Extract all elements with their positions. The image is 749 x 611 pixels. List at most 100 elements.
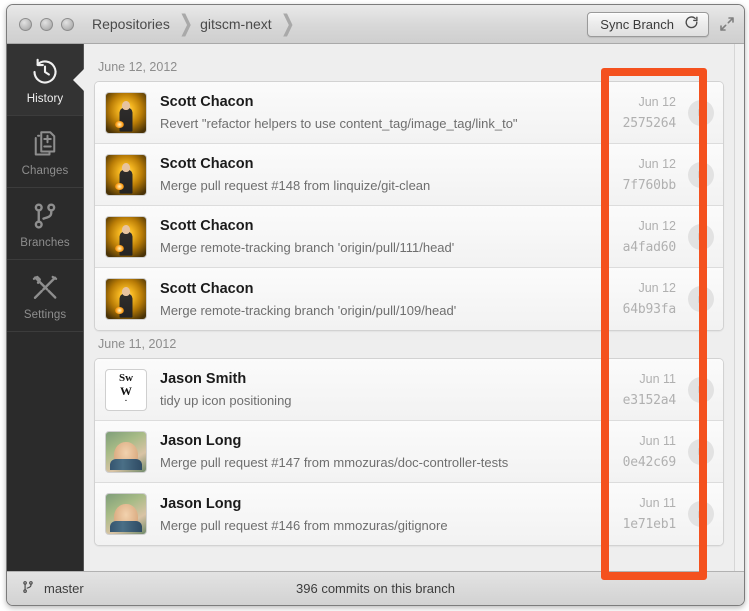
commit-detail-button[interactable] [688,161,714,188]
commit-detail-button[interactable] [688,376,714,403]
title-bar-actions: Sync Branch [587,11,735,37]
commit-meta: Jun 11 1e71eb1 [580,496,680,532]
close-window-button[interactable] [19,17,32,31]
sidebar-item-label: Settings [23,308,67,321]
sidebar-item-label: History [26,92,64,105]
table-row[interactable]: Jason Long Merge pull request #147 from … [95,421,723,483]
commit-author: Scott Chacon [160,94,254,110]
commit-text: Scott Chacon Merge remote-tracking branc… [160,218,580,255]
commit-detail-button[interactable] [688,501,714,527]
commit-detail-button[interactable] [688,438,714,465]
branch-fork-icon [30,199,60,233]
sidebar-filler [7,332,83,571]
commit-text: Jason Long Merge pull request #146 from … [160,496,580,533]
breadcrumb-item-repositories[interactable]: Repositories [92,16,170,32]
commit-meta: Jun 12 a4fad60 [580,219,680,255]
minimize-window-button[interactable] [40,17,53,31]
avatar-monogram-line-3: · [124,394,128,407]
date-group-header: June 12, 2012 [98,60,178,74]
avatar [105,278,147,320]
commit-meta: Jun 12 64b93fa [580,281,680,317]
wrench-screwdriver-icon [30,271,60,305]
commit-date: Jun 11 [639,371,676,386]
commit-meta: Jun 11 e3152a4 [580,372,680,408]
sync-branch-button[interactable]: Sync Branch [587,11,709,37]
commit-message: Revert "refactor helpers to use content_… [160,116,518,131]
avatar-monogram-line-1: Sw [118,371,134,384]
commit-message: Merge pull request #146 from mmozuras/gi… [160,517,448,533]
app-root: Repositories ❯ gitscm-next ❯ Sync Branch [0,0,749,611]
vertical-scrollbar[interactable] [734,44,744,571]
sidebar-item-branches[interactable]: Branches [7,188,83,260]
commit-detail-button[interactable] [688,223,714,250]
history-scroll-area[interactable]: June 12, 2012 Scott Chacon Revert "refac… [84,44,734,571]
sync-branch-label: Sync Branch [600,16,674,32]
changes-document-icon [30,127,60,161]
commit-meta: Jun 12 2575264 [580,95,680,131]
active-tab-indicator [73,68,84,91]
table-row[interactable]: Scott Chacon Revert "refactor helpers to… [95,82,723,144]
table-row[interactable]: Scott Chacon Merge remote-tracking branc… [95,206,723,268]
commit-group: Sw W · Jason Smith tidy up icon position… [94,358,724,546]
commit-meta: Jun 11 0e42c69 [580,434,680,470]
current-branch[interactable]: master [21,579,84,598]
commit-sha: 7f760bb [622,177,677,193]
commit-date: Jun 12 [638,94,676,109]
commit-date: Jun 11 [639,496,676,510]
table-row[interactable]: Sw W · Jason Smith tidy up icon position… [95,359,723,421]
commit-sha: 1e71eb1 [622,517,677,532]
table-row[interactable]: Jason Long Merge pull request #146 from … [95,483,723,545]
status-bar: master 396 commits on this branch [7,571,744,605]
branch-fork-icon [21,579,35,598]
commit-message: Merge remote-tracking branch 'origin/pul… [160,302,457,318]
commit-message: tidy up icon positioning [160,393,292,408]
window-body: History Changes Branches Settings June 1… [7,44,744,571]
fullscreen-icon[interactable] [719,16,735,32]
commit-detail-button[interactable] [688,99,714,126]
sidebar-item-changes[interactable]: Changes [7,116,83,188]
avatar: Sw W · [105,368,147,411]
breadcrumb-item-repository[interactable]: gitscm-next [200,16,272,32]
commit-message: Merge pull request #148 from linquize/gi… [160,178,431,193]
commit-group: Scott Chacon Revert "refactor helpers to… [94,81,724,331]
sidebar-item-label: Branches [20,236,70,249]
commit-message: Merge remote-tracking branch 'origin/pul… [160,240,455,255]
commit-author: Scott Chacon [160,156,254,172]
history-clock-icon [30,55,60,89]
commit-date: Jun 12 [638,156,676,171]
commit-date: Jun 12 [638,218,676,233]
commit-count-label: 396 commits on this branch [296,581,455,596]
window-traffic-lights [19,17,74,31]
commit-author: Scott Chacon [160,218,254,234]
history-panel: June 12, 2012 Scott Chacon Revert "refac… [84,44,744,571]
breadcrumb: Repositories ❯ gitscm-next ❯ [92,11,302,37]
commit-text: Scott Chacon Revert "refactor helpers to… [160,94,580,131]
zoom-window-button[interactable] [61,17,74,31]
commit-sha: 2575264 [622,115,677,131]
chevron-right-icon: ❯ [178,10,194,37]
commit-detail-button[interactable] [688,286,714,312]
title-bar: Repositories ❯ gitscm-next ❯ Sync Branch [7,5,744,44]
table-row[interactable]: Scott Chacon Merge remote-tracking branc… [95,268,723,330]
sidebar-item-settings[interactable]: Settings [7,260,83,332]
commit-author: Jason Smith [160,371,247,387]
commit-text: Jason Smith tidy up icon positioning [160,371,580,408]
sidebar-item-history[interactable]: History [7,44,84,116]
commit-date: Jun 11 [639,433,676,448]
commit-meta: Jun 12 7f760bb [580,157,680,193]
commit-date: Jun 12 [638,281,676,295]
avatar [105,430,147,473]
refresh-icon [684,15,699,33]
sidebar: History Changes Branches Settings [7,44,84,571]
commit-text: Scott Chacon Merge remote-tracking branc… [160,281,580,318]
table-row[interactable]: Scott Chacon Merge pull request #148 fro… [95,144,723,206]
branch-name-label: master [44,581,84,596]
commit-sha: e3152a4 [622,392,677,408]
avatar [105,91,147,134]
avatar [105,493,147,535]
chevron-right-icon: ❯ [280,10,295,37]
commit-sha: a4fad60 [622,239,677,255]
commit-sha: 64b93fa [622,302,677,317]
commit-text: Scott Chacon Merge pull request #148 fro… [160,156,580,193]
commit-sha: 0e42c69 [622,454,677,470]
